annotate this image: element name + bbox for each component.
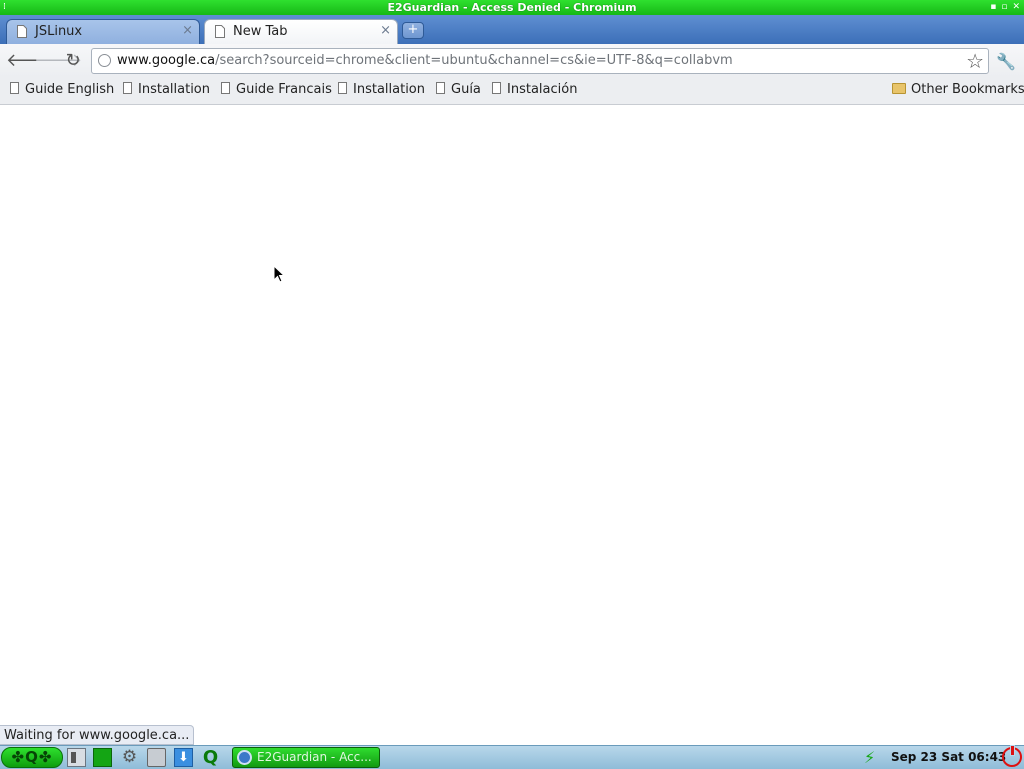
start-menu-button[interactable]: ✤Q✤: [1, 747, 63, 768]
power-icon[interactable]: [1002, 745, 1022, 767]
page-icon: [10, 82, 19, 94]
bookmark-label: Installation: [353, 82, 426, 97]
bookmarks-bar: Guide English Installation Guide Francai…: [0, 77, 1024, 105]
folder-icon[interactable]: [93, 748, 112, 767]
url-text[interactable]: www.google.ca/search?sourceid=chrome&cli…: [117, 53, 733, 68]
page-icon: [17, 25, 27, 38]
new-tab-button[interactable]: +: [402, 22, 424, 39]
taskbar-window-button[interactable]: E2Guardian - Acc...: [232, 747, 380, 768]
browser-toolbar: 🡐 🡒 ↻ www.google.ca/search?sourceid=chro…: [0, 44, 1024, 77]
tab-label: New Tab: [233, 24, 288, 39]
settings-gear-icon[interactable]: ⚙: [120, 748, 139, 767]
taskbar: ✤Q✤ ⚙ ⬇ Q E2Guardian - Acc... ⚡ Sep 23 S…: [0, 745, 1024, 769]
bookmark-item[interactable]: Guide English: [10, 82, 114, 100]
wrench-menu-icon[interactable]: 🔧: [996, 52, 1016, 71]
tab-strip: JSLinux × New Tab × +: [0, 15, 1024, 44]
bookmark-label: Guide Francais: [236, 82, 332, 97]
download-icon[interactable]: ⬇: [174, 748, 193, 767]
chromium-icon: [237, 750, 252, 765]
bookmark-label: Guide English: [25, 82, 115, 97]
page-icon: [338, 82, 347, 94]
other-bookmarks[interactable]: Other Bookmarks: [892, 82, 1024, 100]
other-bookmarks-label: Other Bookmarks: [911, 82, 1024, 97]
page-icon: [123, 82, 132, 94]
forward-button[interactable]: 🡒: [34, 50, 82, 72]
window-title: E2Guardian - Access Denied - Chromium: [387, 1, 637, 14]
mouse-pointer-icon: [273, 265, 285, 283]
tab-new-tab[interactable]: New Tab ×: [204, 19, 398, 44]
reload-button[interactable]: ↻: [62, 50, 84, 72]
url-path: /search?sourceid=chrome&client=ubuntu&ch…: [215, 53, 733, 68]
url-host: www.google.ca: [117, 53, 216, 68]
minimize-button[interactable]: ▪: [990, 0, 996, 15]
bookmark-item[interactable]: Guide Francais: [221, 82, 332, 100]
maximize-button[interactable]: ▫: [1001, 0, 1007, 15]
bookmark-label: Instalación: [507, 82, 578, 97]
clock[interactable]: Sep 23 Sat 06:43: [891, 746, 1006, 769]
address-bar[interactable]: www.google.ca/search?sourceid=chrome&cli…: [91, 48, 989, 74]
bookmark-label: Guía: [451, 82, 481, 97]
page-icon: [221, 82, 230, 94]
bookmark-item[interactable]: Instalación: [492, 82, 577, 100]
back-button[interactable]: 🡐: [6, 50, 54, 72]
page-content[interactable]: [0, 105, 1024, 745]
status-bubble: Waiting for www.google.ca...: [0, 725, 195, 745]
tab-close-icon[interactable]: ×: [182, 23, 193, 38]
tab-jslinux[interactable]: JSLinux ×: [6, 19, 200, 44]
folder-icon: [892, 83, 906, 94]
close-window-button[interactable]: ✕: [1012, 0, 1020, 15]
page-icon: [215, 25, 225, 38]
page-icon: [492, 82, 501, 94]
bookmark-label: Installation: [138, 82, 211, 97]
tab-label: JSLinux: [35, 24, 83, 39]
taskbar-window-label: E2Guardian - Acc...: [257, 750, 372, 764]
page-icon: [436, 82, 445, 94]
tab-close-icon[interactable]: ×: [380, 23, 391, 38]
terminal-icon[interactable]: [147, 748, 166, 767]
bookmark-item[interactable]: Installation: [123, 82, 210, 100]
file-manager-icon[interactable]: [67, 748, 86, 767]
bookmark-item[interactable]: Installation: [338, 82, 425, 100]
bookmark-item[interactable]: Guía: [436, 82, 481, 100]
bookmark-star-icon[interactable]: ☆: [966, 50, 984, 72]
q-app-icon[interactable]: Q: [201, 748, 220, 767]
window-titlebar[interactable]: ⁞ E2Guardian - Access Denied - Chromium …: [0, 0, 1024, 16]
network-icon[interactable]: ⚡: [864, 748, 875, 767]
globe-icon: [98, 54, 111, 67]
